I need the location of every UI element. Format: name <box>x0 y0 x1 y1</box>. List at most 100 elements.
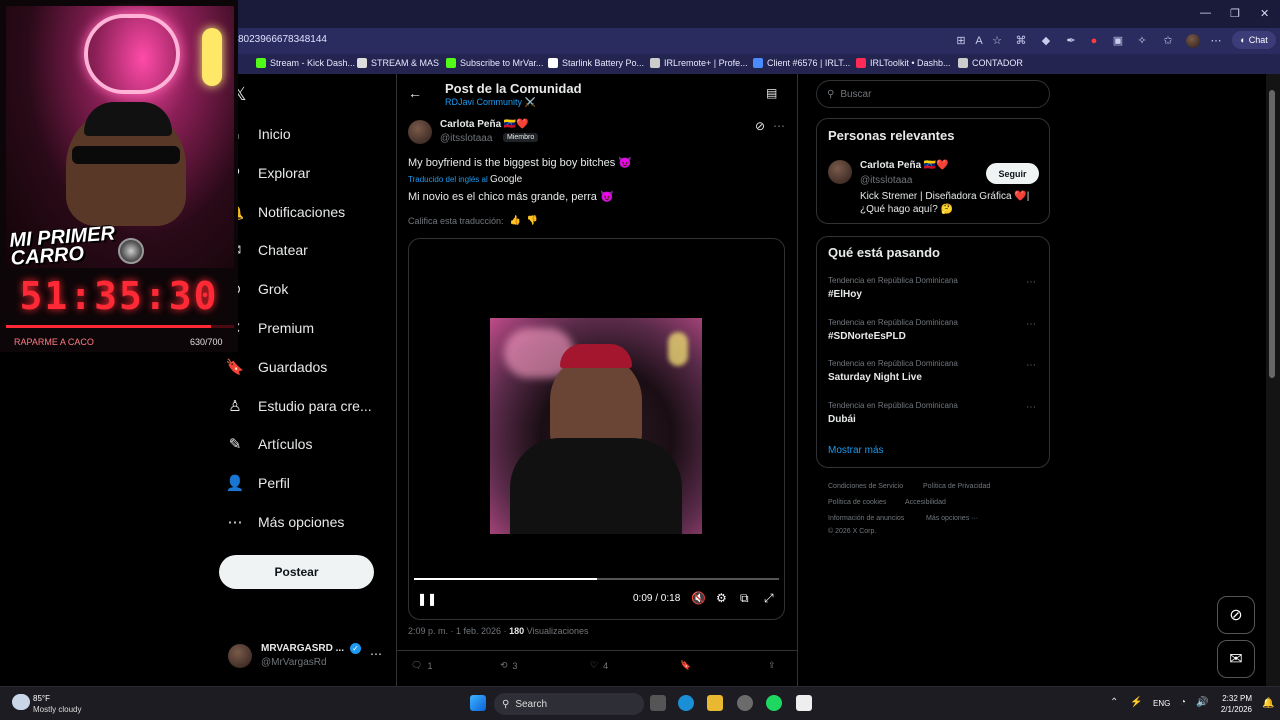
language-indicator[interactable]: ENG <box>1153 699 1170 708</box>
extensions-puzzle-icon[interactable]: ✧ <box>1136 35 1148 47</box>
footer-accessibility[interactable]: Accesibilidad <box>905 499 946 506</box>
obs-icon[interactable] <box>737 695 753 711</box>
follow-button[interactable]: Seguir <box>986 163 1039 184</box>
account-more-icon[interactable]: ⋯ <box>370 647 382 661</box>
extension-pen-icon[interactable]: ✒ <box>1065 35 1077 47</box>
repost-button[interactable]: ⟲ 3 <box>500 660 518 671</box>
grok-icon[interactable]: ⊘ <box>755 119 765 133</box>
tray-chevron-icon[interactable]: ⌃ <box>1110 697 1118 708</box>
start-windows-icon[interactable] <box>470 695 486 711</box>
bookmark-item[interactable]: STREAM & MAS <box>357 58 439 68</box>
profile-avatar-icon[interactable] <box>1186 34 1200 48</box>
share-button[interactable]: ⇪ <box>768 660 776 671</box>
nav-item-chatear[interactable]: ✉Chatear <box>226 238 308 262</box>
address-bar[interactable]: 8023966678348144 <box>238 34 327 45</box>
show-more-link[interactable]: Mostrar más <box>828 445 884 456</box>
nav-item-perfil[interactable]: 👤 Perfil <box>226 471 290 495</box>
notifications-bell-icon[interactable]: 🔔 <box>1262 698 1274 709</box>
app-icon[interactable] <box>796 695 812 711</box>
weather-temp[interactable]: 85°F <box>33 694 50 703</box>
person-name[interactable]: Carlota Peña 🇻🇪❤️ <box>860 160 949 171</box>
trend-category[interactable]: Tendencia en República Dominicana <box>828 276 958 285</box>
close-button[interactable]: ✕ <box>1260 7 1269 20</box>
extension-diamond-icon[interactable]: ◆ <box>1040 35 1052 47</box>
trend-category[interactable]: Tendencia en República Dominicana <box>828 359 958 368</box>
community-link[interactable]: RDJavi Community ⚔️ <box>445 97 536 108</box>
bookmark-item[interactable]: Client #6576 | IRLT... <box>753 58 850 68</box>
favorite-star-icon[interactable]: ☆ <box>991 35 1003 47</box>
bookmark-item[interactable]: Stream - Kick Dash... <box>256 58 355 68</box>
person-handle[interactable]: @itsslotaaa <box>860 175 912 186</box>
bookmark-item[interactable]: IRLToolkit • Dashb... <box>856 58 951 68</box>
trend-name[interactable]: #ElHoy <box>828 289 862 300</box>
read-aloud-icon[interactable]: A <box>973 35 985 47</box>
pip-icon[interactable]: ⧉ <box>740 591 749 606</box>
fullscreen-icon[interactable]: ⤢ <box>764 591 774 606</box>
extension-box-icon[interactable]: ▣ <box>1112 35 1124 47</box>
author-handle[interactable]: @itsslotaaa <box>440 133 492 144</box>
reply-button[interactable]: 🗨 1 <box>411 660 432 671</box>
nav-item-más-opciones[interactable]: ⋯ Más opciones <box>226 510 345 534</box>
grok-fab-button[interactable]: ⊘ <box>1217 596 1255 634</box>
extension-icon[interactable]: ⌘ <box>1015 35 1027 47</box>
volume-icon[interactable]: 🔊 <box>1196 697 1208 708</box>
pause-icon[interactable]: ❚❚ <box>417 592 437 606</box>
search-input[interactable]: ⚲ Buscar <box>816 80 1050 108</box>
bookmark-item[interactable]: Starlink Battery Po... <box>548 58 644 68</box>
clock-time[interactable]: 2:32 PM <box>1220 694 1252 703</box>
weather-desc[interactable]: Mostly cloudy <box>33 705 81 714</box>
reader-mode-icon[interactable]: ▤ <box>766 86 777 100</box>
clock-date[interactable]: 2/1/2026 <box>1216 705 1252 714</box>
tray-network-icon[interactable]: ⚡ <box>1130 697 1142 708</box>
footer-more[interactable]: Más opciones ··· <box>926 515 978 522</box>
footer-cookies[interactable]: Política de cookies <box>828 499 886 506</box>
trend-more-icon[interactable]: ⋯ <box>1026 402 1036 413</box>
trend-name[interactable]: #SDNorteEsPLD <box>828 331 906 342</box>
thumbs-down-icon[interactable]: 👎 <box>527 215 538 226</box>
back-arrow-icon[interactable]: ← <box>408 85 422 101</box>
nav-item-notificaciones[interactable]: 🔔Notificaciones <box>226 200 346 224</box>
author-name[interactable]: Carlota Peña 🇻🇪❤️ <box>440 119 529 130</box>
footer-ads-info[interactable]: Información de anuncios <box>828 515 904 522</box>
maximize-button[interactable]: ❐ <box>1230 7 1240 20</box>
weather-cloud-icon[interactable] <box>12 694 30 710</box>
account-switcher[interactable]: MRVARGASRD ... ✓ @MrVargasRd ⋯ <box>228 640 388 672</box>
minimize-button[interactable]: — <box>1200 7 1211 19</box>
app-available-icon[interactable]: ⊞ <box>955 35 967 47</box>
like-button[interactable]: ♡ 4 <box>590 660 608 671</box>
trend-name[interactable]: Dubái <box>828 414 856 425</box>
wifi-icon[interactable]: ◔ <box>1180 697 1186 708</box>
bookmark-item[interactable]: CONTADOR <box>958 58 1023 68</box>
thumbs-up-icon[interactable]: 👍 <box>510 215 521 226</box>
nav-item-artículos[interactable]: ✎ Artículos <box>226 432 313 456</box>
file-explorer-icon[interactable] <box>707 695 723 711</box>
copilot-chat-button[interactable]: ◐ Chat <box>1232 31 1276 49</box>
trend-more-icon[interactable]: ⋯ <box>1026 360 1036 371</box>
settings-gear-icon[interactable]: ⚙ <box>716 591 727 605</box>
author-avatar[interactable] <box>408 120 432 144</box>
nav-item-explorar[interactable]: ⚲Explorar <box>226 161 311 185</box>
trend-name[interactable]: Saturday Night Live <box>828 372 922 383</box>
trend-category[interactable]: Tendencia en República Dominicana <box>828 401 958 410</box>
trend-more-icon[interactable]: ⋯ <box>1026 319 1036 330</box>
footer-terms[interactable]: Condiciones de Servicio <box>828 483 903 490</box>
trend-more-icon[interactable]: ⋯ <box>1026 277 1036 288</box>
post-more-icon[interactable]: ⋯ <box>773 119 785 133</box>
nav-item-estudio-para-cre-[interactable]: ♙ Estudio para cre... <box>226 394 371 418</box>
bookmark-item[interactable]: IRLremote+ | Profe... <box>650 58 748 68</box>
nav-item-premium[interactable]: ✕Premium <box>226 316 314 340</box>
page-scrollbar-thumb[interactable] <box>1269 90 1275 378</box>
bookmark-button[interactable]: 🔖 <box>680 660 691 671</box>
person-avatar[interactable] <box>828 160 852 184</box>
footer-privacy[interactable]: Política de Privacidad <box>923 483 990 490</box>
mute-icon[interactable]: 🔇 <box>691 591 706 605</box>
browser-menu-icon[interactable]: ⋯ <box>1210 35 1222 47</box>
task-view-icon[interactable] <box>650 695 666 711</box>
taskbar-search[interactable]: ⚲ Search <box>494 693 644 715</box>
favorites-icon[interactable]: ✩ <box>1162 35 1174 47</box>
nav-item-guardados[interactable]: 🔖 Guardados <box>226 355 328 379</box>
bookmark-item[interactable]: Subscribe to MrVar... <box>446 58 543 68</box>
spotify-icon[interactable] <box>766 695 782 711</box>
video-frame[interactable] <box>490 318 702 534</box>
trend-category[interactable]: Tendencia en República Dominicana <box>828 318 958 327</box>
